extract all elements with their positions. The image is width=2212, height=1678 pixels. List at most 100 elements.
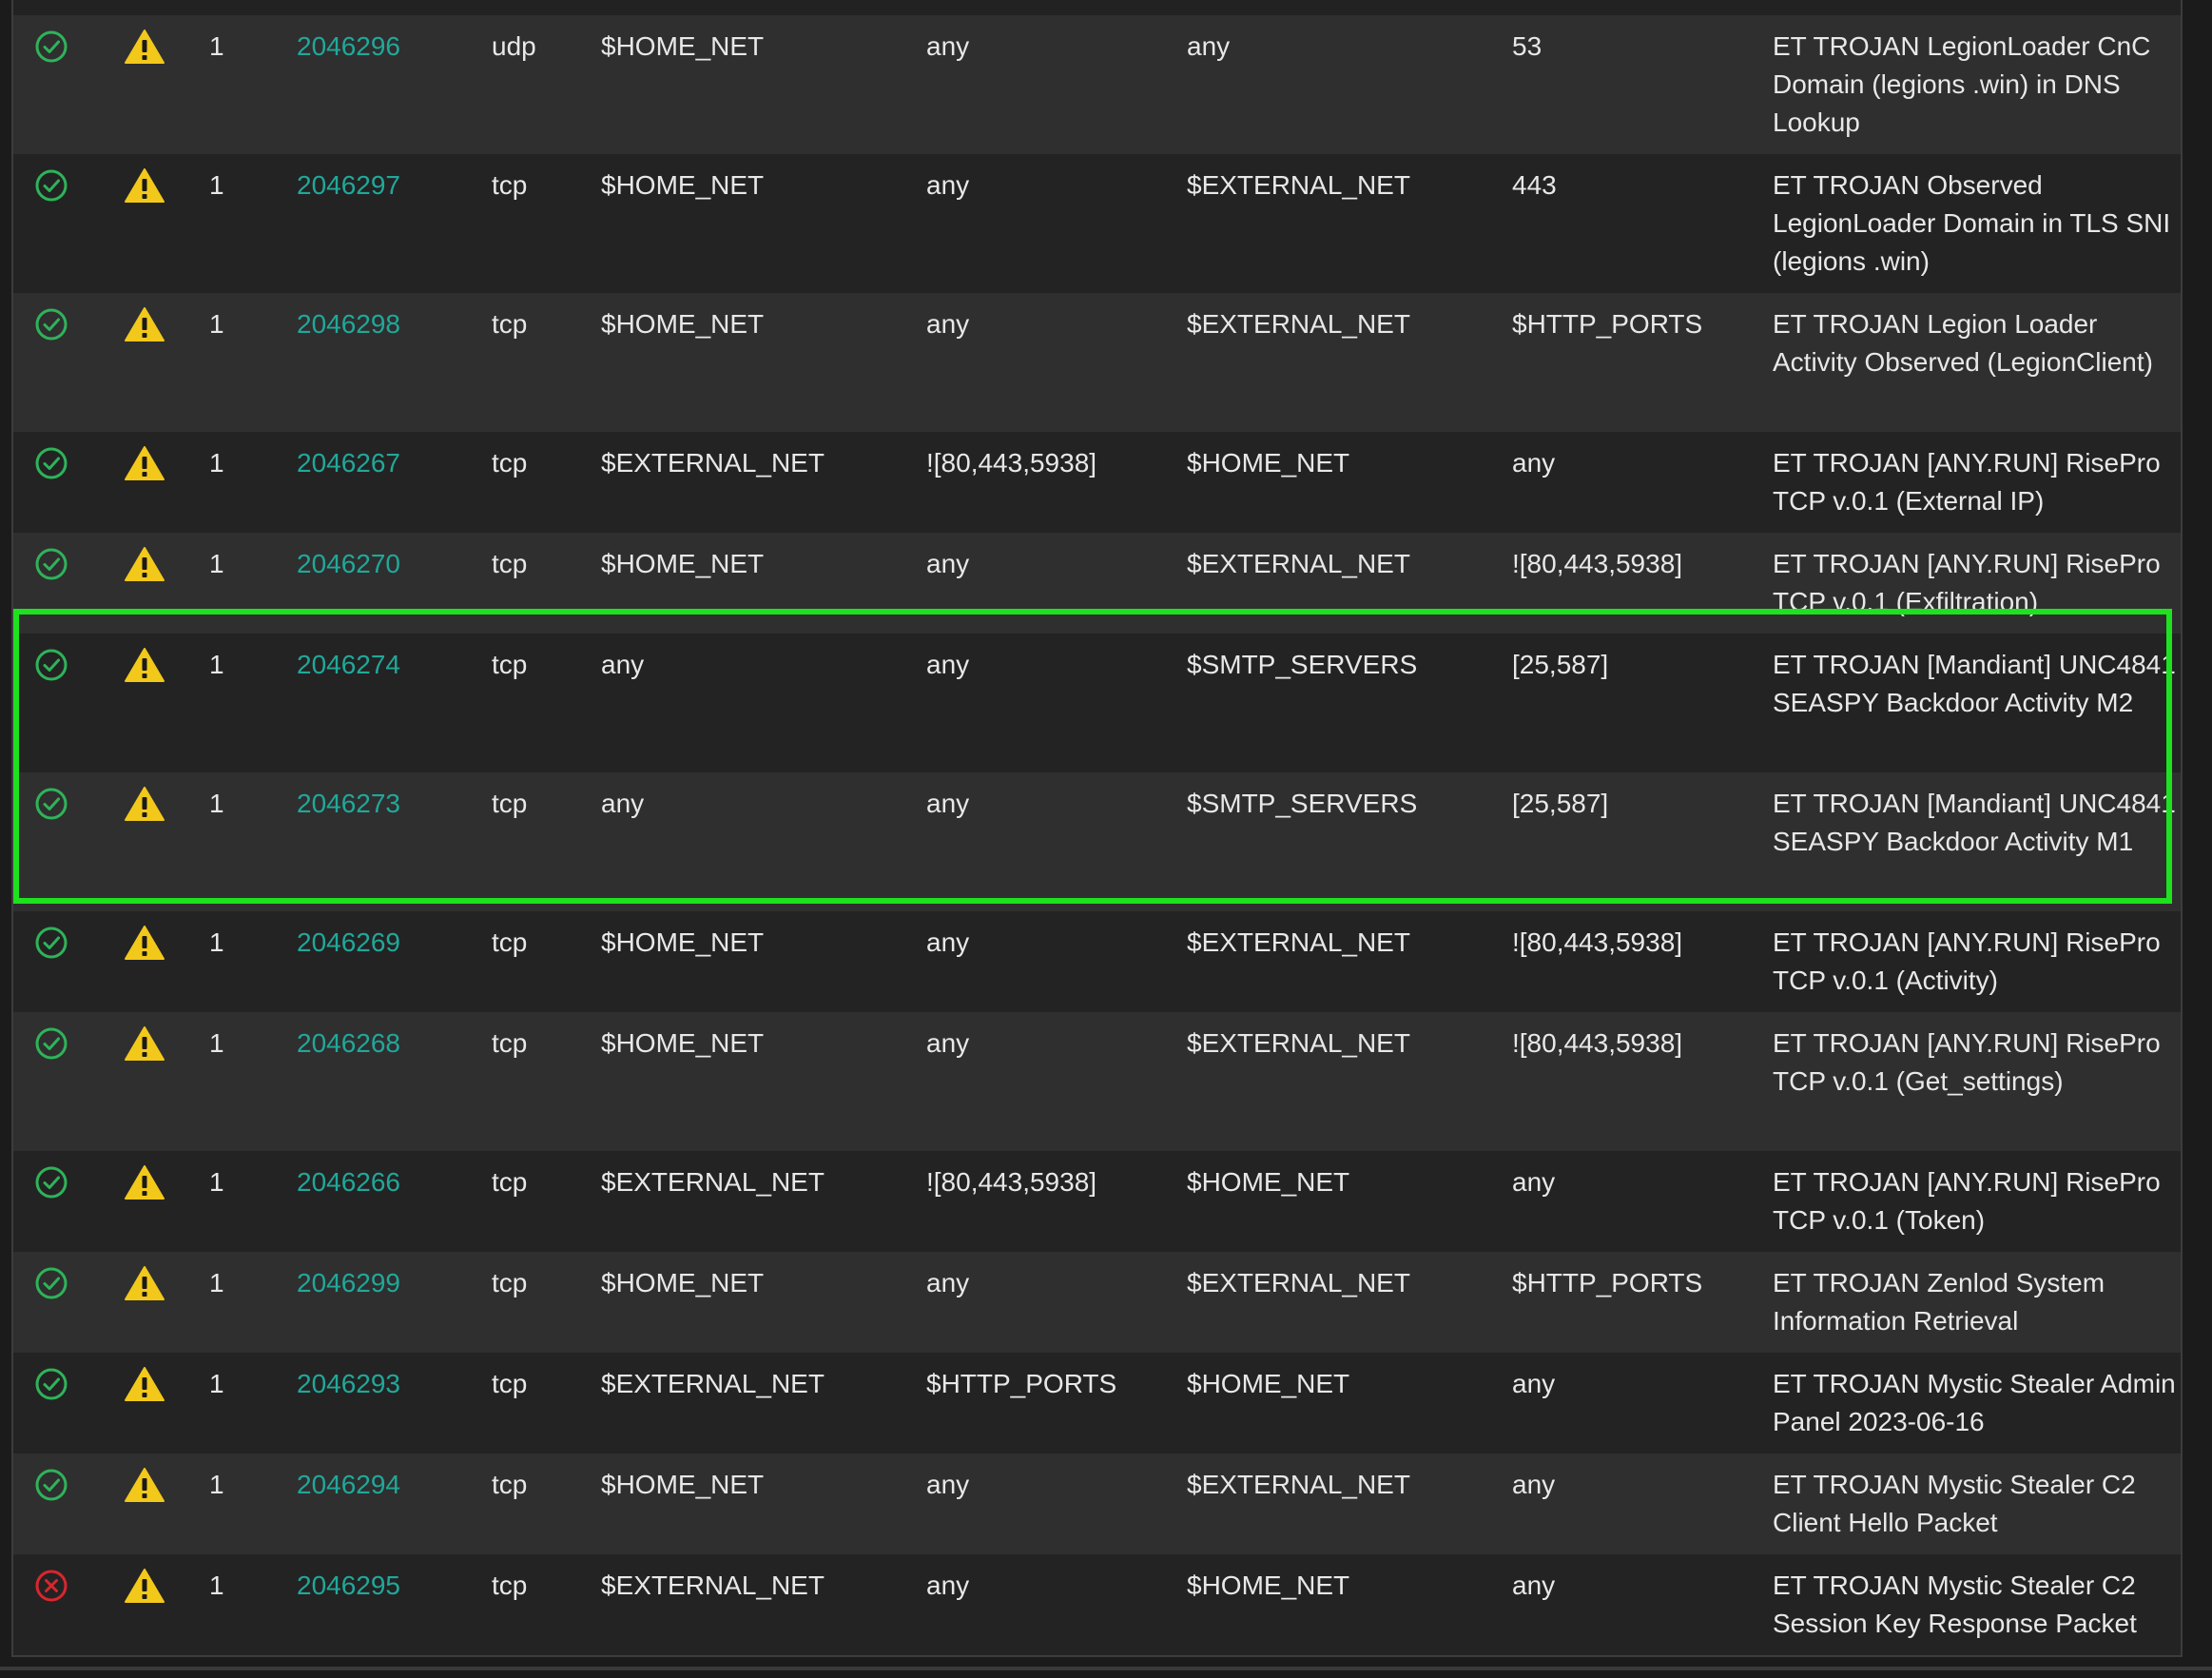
check-circle-icon[interactable] — [34, 926, 68, 960]
rule-state-cell[interactable] — [13, 1353, 89, 1454]
warning-triangle-icon — [124, 924, 165, 962]
table-row[interactable]: 1 2046295 tcp $EXTERNAL_NET any $HOME_NET any E… — [13, 1554, 2181, 1655]
rule-sid-link[interactable]: 2046267 — [297, 448, 400, 478]
rule-sid-link[interactable]: 2046268 — [297, 1028, 400, 1058]
rule-state-cell[interactable] — [13, 1151, 89, 1252]
rule-state-cell[interactable] — [13, 293, 89, 432]
rule-message-cell-text: ET TROJAN [ANY.RUN] RisePro TCP v.0.1 (A… — [1773, 927, 2161, 995]
rule-action-cell — [89, 293, 200, 432]
table-row[interactable]: 1 2046269 tcp $HOME_NET any $EXTERNAL_NET ![80… — [13, 911, 2181, 1012]
rule-message-cell: ET TROJAN Mystic Stealer C2 Client Hello… — [1763, 1454, 2181, 1554]
rule-state-cell[interactable] — [13, 1012, 89, 1151]
warning-triangle-icon — [124, 1163, 165, 1201]
rule-gid-cell-text: 1 — [209, 1167, 224, 1197]
rule-sid-cell[interactable]: 2046295 — [287, 1554, 482, 1655]
rule-sid-cell[interactable]: 2046293 — [287, 1353, 482, 1454]
rule-sid-cell[interactable]: 2046273 — [287, 772, 482, 911]
rule-source-cell: $HOME_NET — [592, 15, 917, 154]
check-circle-icon[interactable] — [34, 1026, 68, 1061]
table-row[interactable]: 1 2046294 tcp $HOME_NET any $EXTERNAL_NET any E… — [13, 1454, 2181, 1554]
rule-protocol-cell: tcp — [482, 1454, 592, 1554]
rule-destination-cell: $EXTERNAL_NET — [1177, 911, 1503, 1012]
check-circle-icon[interactable] — [34, 29, 68, 64]
rule-sid-cell[interactable]: 2046269 — [287, 911, 482, 1012]
check-circle-icon[interactable] — [34, 648, 68, 682]
warning-triangle-icon — [124, 646, 165, 684]
table-row[interactable]: 1 2046293 tcp $EXTERNAL_NET $HTTP_PORTS $HOME… — [13, 1353, 2181, 1454]
table-row[interactable]: 1 2046268 tcp $HOME_NET any $EXTERNAL_NET ![80… — [13, 1012, 2181, 1151]
rule-sid-cell[interactable]: 2046297 — [287, 154, 482, 293]
rule-state-cell[interactable] — [13, 1454, 89, 1554]
table-row[interactable]: 1 2046273 tcp any any $SMTP_SERVERS [25,587] ET… — [13, 772, 2181, 911]
rule-source-cell-text: $HOME_NET — [601, 1268, 765, 1298]
rule-sid-link[interactable]: 2046296 — [297, 31, 400, 61]
table-row[interactable]: 1 2046297 tcp $HOME_NET any $EXTERNAL_NET 443 E… — [13, 154, 2181, 293]
rule-state-cell[interactable] — [13, 154, 89, 293]
rule-source-port-cell: $HTTP_PORTS — [917, 1353, 1177, 1454]
rule-destination-port-cell: any — [1503, 1554, 1763, 1655]
rule-sid-cell[interactable]: 2046299 — [287, 1252, 482, 1353]
rule-state-cell[interactable] — [13, 15, 89, 154]
rule-sid-cell[interactable]: 2046294 — [287, 1454, 482, 1554]
rule-state-cell[interactable] — [13, 772, 89, 911]
rule-sid-link[interactable]: 2046266 — [297, 1167, 400, 1197]
table-row[interactable]: 1 2046267 tcp $EXTERNAL_NET ![80,443,5938] $H… — [13, 432, 2181, 533]
rule-source-port-cell-text: any — [926, 309, 970, 339]
check-circle-icon[interactable] — [34, 446, 68, 480]
rule-sid-link[interactable]: 2046298 — [297, 309, 400, 339]
x-circle-icon[interactable] — [34, 1569, 68, 1603]
rule-state-cell[interactable] — [13, 911, 89, 1012]
table-row[interactable]: 1 2046270 tcp $HOME_NET any $EXTERNAL_NET ![80… — [13, 533, 2181, 634]
rule-source-port-cell-text: ![80,443,5938] — [926, 448, 1097, 478]
rule-state-cell[interactable] — [13, 634, 89, 772]
rule-sid-link[interactable]: 2046274 — [297, 650, 400, 679]
rule-sid-link[interactable]: 2046297 — [297, 170, 400, 200]
table-row[interactable]: 1 2046296 udp $HOME_NET any any 53 ET TROJAN Le… — [13, 15, 2181, 154]
check-circle-icon[interactable] — [34, 1266, 68, 1300]
rule-state-cell[interactable] — [13, 1554, 89, 1655]
rule-source-cell-text: $HOME_NET — [601, 31, 765, 61]
rule-sid-link[interactable]: 2046293 — [297, 1369, 400, 1398]
table-row[interactable]: 1 2046274 tcp any any $SMTP_SERVERS [25,587] ET… — [13, 634, 2181, 772]
rule-destination-port-cell: 443 — [1503, 154, 1763, 293]
rule-sid-cell[interactable]: 2046266 — [287, 1151, 482, 1252]
rule-sid-link[interactable]: 2046299 — [297, 1268, 400, 1298]
rule-source-cell: any — [592, 634, 917, 772]
rule-sid-cell[interactable]: 2046270 — [287, 533, 482, 634]
rule-sid-link[interactable]: 2046294 — [297, 1470, 400, 1499]
warning-triangle-icon — [124, 545, 165, 583]
rule-state-cell[interactable] — [13, 432, 89, 533]
rule-destination-cell: $EXTERNAL_NET — [1177, 154, 1503, 293]
table-top-band — [13, 0, 2181, 15]
rule-destination-cell-text: $EXTERNAL_NET — [1187, 1028, 1410, 1058]
rule-state-cell[interactable] — [13, 1252, 89, 1353]
rule-sid-link[interactable]: 2046295 — [297, 1571, 400, 1600]
rule-gid-cell: 1 — [200, 533, 287, 634]
rule-sid-link[interactable]: 2046273 — [297, 789, 400, 818]
rule-source-port-cell: any — [917, 911, 1177, 1012]
rule-sid-link[interactable]: 2046269 — [297, 927, 400, 957]
table-row[interactable]: 1 2046299 tcp $HOME_NET any $EXTERNAL_NET $HTT… — [13, 1252, 2181, 1353]
rule-sid-cell[interactable]: 2046274 — [287, 634, 482, 772]
check-circle-icon[interactable] — [34, 547, 68, 581]
rule-destination-cell: $EXTERNAL_NET — [1177, 293, 1503, 432]
rule-sid-cell[interactable]: 2046298 — [287, 293, 482, 432]
check-circle-icon[interactable] — [34, 1165, 68, 1200]
rule-protocol-cell: tcp — [482, 772, 592, 911]
rule-source-cell-text: $EXTERNAL_NET — [601, 1369, 825, 1398]
rule-state-cell[interactable] — [13, 533, 89, 634]
rule-gid-cell: 1 — [200, 15, 287, 154]
check-circle-icon[interactable] — [34, 787, 68, 821]
rule-source-port-cell-text: any — [926, 31, 970, 61]
check-circle-icon[interactable] — [34, 168, 68, 203]
check-circle-icon[interactable] — [34, 1367, 68, 1401]
rule-sid-cell[interactable]: 2046267 — [287, 432, 482, 533]
rule-sid-cell[interactable]: 2046268 — [287, 1012, 482, 1151]
table-row[interactable]: 1 2046298 tcp $HOME_NET any $EXTERNAL_NET $HTT… — [13, 293, 2181, 432]
rule-sid-link[interactable]: 2046270 — [297, 549, 400, 578]
table-row[interactable]: 1 2046266 tcp $EXTERNAL_NET ![80,443,5938] $H… — [13, 1151, 2181, 1252]
check-circle-icon[interactable] — [34, 307, 68, 341]
rule-gid-cell-text: 1 — [209, 1028, 224, 1058]
rule-sid-cell[interactable]: 2046296 — [287, 15, 482, 154]
check-circle-icon[interactable] — [34, 1468, 68, 1502]
